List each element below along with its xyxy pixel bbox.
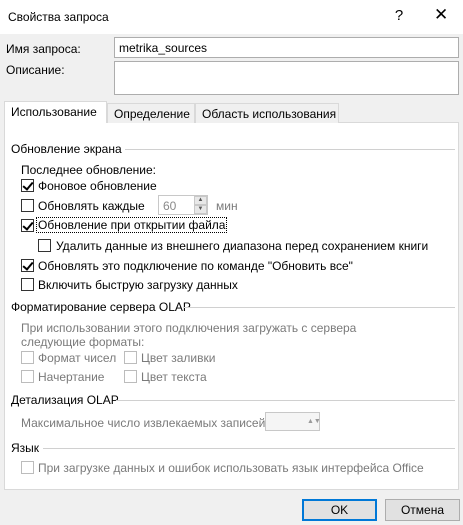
- window-title: Свойства запроса: [8, 10, 109, 24]
- refresh-all-checkbox[interactable]: [21, 259, 34, 272]
- fill-color-checkbox[interactable]: [124, 351, 137, 364]
- stepper-up-icon[interactable]: ▲: [194, 196, 207, 205]
- name-input[interactable]: metrika_sources: [114, 37, 459, 58]
- olap-drill-section-title: Детализация OLAP: [11, 393, 119, 407]
- language-section-title: Язык: [11, 441, 40, 455]
- tab-usage[interactable]: Использование: [4, 101, 107, 123]
- refresh-on-open-label: Обновление при открытии файла: [35, 217, 228, 233]
- refresh-interval-value: 60: [163, 199, 177, 213]
- tab-usage-label: Использование: [11, 105, 97, 119]
- tab-scope-label: Область использования: [202, 107, 337, 121]
- background-refresh-checkbox[interactable]: [21, 179, 34, 192]
- language-label: При загрузке данных и ошибок использоват…: [38, 461, 424, 475]
- remove-external-checkbox[interactable]: [38, 239, 51, 252]
- text-color-label: Цвет текста: [141, 370, 207, 384]
- olap-format-description: При использовании этого подключения загр…: [21, 321, 357, 349]
- number-format-label: Формат чисел: [38, 351, 117, 365]
- help-icon[interactable]: ?: [392, 7, 406, 24]
- stepper-down-icon[interactable]: ▼: [194, 205, 207, 214]
- description-input[interactable]: [114, 61, 459, 95]
- refresh-every-checkbox[interactable]: [21, 199, 34, 212]
- text-color-checkbox[interactable]: [124, 370, 137, 383]
- tab-scope[interactable]: Область использования: [195, 103, 339, 123]
- combo-arrow-icon[interactable]: ▲▼: [307, 413, 321, 430]
- font-style-checkbox[interactable]: [21, 370, 34, 383]
- refresh-interval-unit: мин: [216, 199, 238, 213]
- max-records-combo[interactable]: ▲▼: [265, 412, 321, 431]
- language-divider: [43, 448, 455, 449]
- tab-definition[interactable]: Определение: [107, 103, 195, 123]
- fill-color-label: Цвет заливки: [141, 351, 216, 365]
- description-input-value: [115, 62, 458, 68]
- number-format-checkbox[interactable]: [21, 351, 34, 364]
- fast-load-label: Включить быструю загрузку данных: [38, 278, 238, 292]
- cancel-button[interactable]: Отмена: [385, 499, 460, 521]
- remove-external-label: Удалить данные из внешнего диапазона пер…: [56, 239, 429, 253]
- refresh-on-open-checkbox[interactable]: [21, 219, 34, 232]
- refresh-every-label: Обновлять каждые: [38, 199, 145, 213]
- refresh-interval-stepper[interactable]: 60 ▲ ▼: [158, 195, 208, 215]
- olap-drill-divider: [116, 400, 455, 401]
- font-style-label: Начертание: [38, 370, 105, 384]
- refresh-all-label: Обновлять это подключение по команде "Об…: [38, 259, 353, 273]
- olap-format-divider: [183, 307, 455, 308]
- name-input-value: metrika_sources: [119, 41, 208, 55]
- refresh-section-divider: [125, 149, 455, 150]
- last-refresh-label: Последнее обновление:: [21, 163, 156, 177]
- max-records-label: Максимальное число извлекаемых записей:: [21, 416, 269, 430]
- tab-definition-label: Определение: [114, 107, 190, 121]
- name-label: Имя запроса:: [6, 42, 81, 56]
- language-checkbox[interactable]: [21, 461, 34, 474]
- description-label: Описание:: [6, 63, 65, 77]
- close-icon[interactable]: ✕: [434, 5, 448, 25]
- background-refresh-label: Фоновое обновление: [38, 179, 157, 193]
- ok-button[interactable]: OK: [302, 499, 377, 521]
- fast-load-checkbox[interactable]: [21, 278, 34, 291]
- refresh-section-title: Обновление экрана: [11, 142, 122, 156]
- olap-format-section-title: Форматирование сервера OLAP: [11, 300, 191, 314]
